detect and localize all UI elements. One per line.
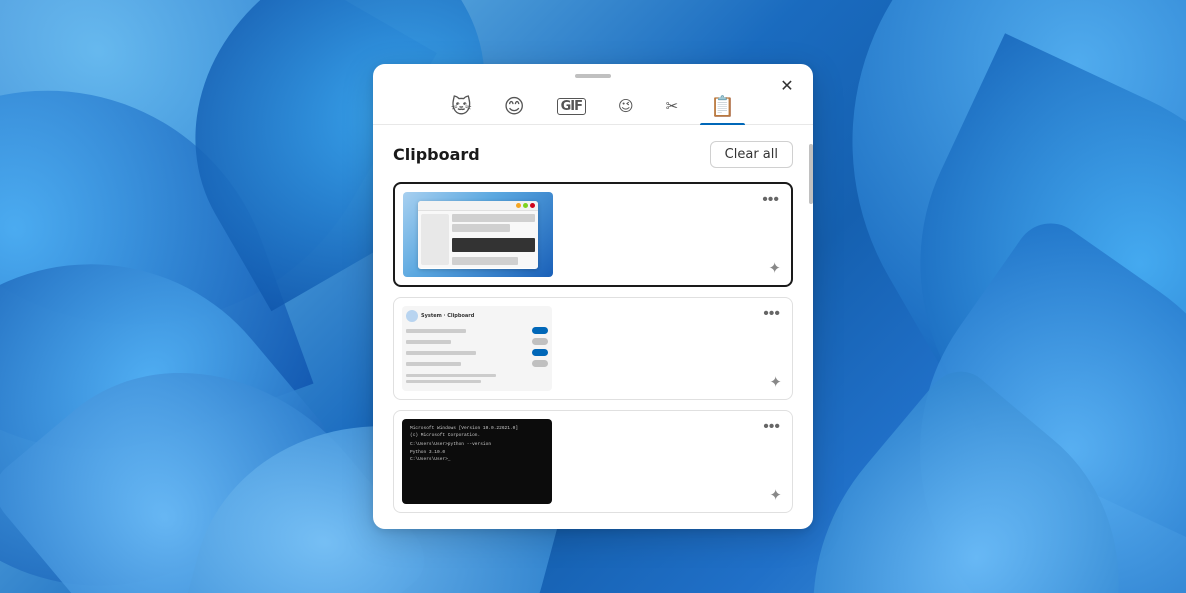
item-2-preview: System · Clipboard (402, 306, 552, 391)
symbols-icon: ✂ (666, 99, 679, 114)
clipboard-panel: ✕ 🐱 😊 GIF 😉 ✂ 📋 (373, 64, 813, 529)
preview-2-extra (406, 374, 548, 383)
preview-2-toggle-1 (532, 327, 548, 334)
item-3-more-button[interactable]: ••• (759, 417, 784, 437)
tab-emoticons[interactable]: 😉 (608, 93, 644, 122)
preview-1-max-btn (523, 203, 528, 208)
close-button[interactable]: ✕ (773, 72, 801, 100)
terminal-line-2: (c) Microsoft Corporation. (410, 432, 544, 439)
drag-handle-bar (575, 74, 611, 78)
preview-2-extra-2 (406, 380, 481, 383)
emoji-icon: 😊 (504, 96, 525, 116)
clear-all-button[interactable]: Clear all (710, 141, 793, 168)
preview-2-header: System · Clipboard (406, 310, 548, 322)
preview-2-row-4 (406, 359, 548, 368)
preview-2-toggle-4 (532, 360, 548, 367)
preview-1-close-btn (530, 203, 535, 208)
panel-overlay: ✕ 🐱 😊 GIF 😉 ✂ 📋 (0, 0, 1186, 593)
tab-clipboard[interactable]: 📋 (700, 90, 745, 124)
preview-dark-bar (452, 238, 535, 252)
scroll-track (809, 124, 813, 529)
terminal-line-3: C:\Users\User>python --version (410, 441, 544, 448)
preview-2-toggle-3 (532, 349, 548, 356)
preview-1-window (418, 201, 538, 269)
item-1-preview (403, 192, 553, 277)
preview-1-body (418, 211, 538, 268)
clipboard-icon: 📋 (710, 96, 735, 116)
preview-row-2 (452, 224, 510, 232)
clipboard-item-1[interactable]: ••• ✦ (393, 182, 793, 287)
panel-body: Clipboard Clear all (373, 125, 813, 529)
terminal-line-5: C:\Users\User>_ (410, 456, 544, 463)
item-3-content: Microsoft Windows [Version 10.0.22621.0]… (402, 419, 784, 504)
item-1-more-button[interactable]: ••• (758, 190, 783, 210)
preview-2-avatar (406, 310, 418, 322)
preview-1-main (452, 214, 535, 265)
tab-bar: 🐱 😊 GIF 😉 ✂ 📋 (373, 82, 813, 125)
item-3-pin-button[interactable]: ✦ (765, 484, 786, 506)
preview-row-1 (452, 214, 535, 222)
preview-2-label-4 (406, 362, 461, 366)
clipboard-list: ••• ✦ System · Clipboard (393, 182, 793, 513)
preview-2-extra-1 (406, 374, 496, 377)
preview-row-3 (452, 257, 518, 265)
preview-2-row-1 (406, 326, 548, 335)
preview-1-titlebar (418, 201, 538, 211)
preview-2-row-3 (406, 348, 548, 357)
preview-1-min-btn (516, 203, 521, 208)
kaomoji-icon: 🐱 (451, 96, 472, 116)
tab-gif[interactable]: GIF (547, 92, 596, 123)
gif-icon: GIF (557, 98, 586, 115)
preview-2-toggle-2 (532, 338, 548, 345)
item-2-content: System · Clipboard (402, 306, 784, 391)
item-1-content (403, 192, 783, 277)
tab-emoji[interactable]: 😊 (494, 90, 535, 124)
clipboard-item-3[interactable]: Microsoft Windows [Version 10.0.22621.0]… (393, 410, 793, 513)
tab-symbols[interactable]: ✂ (656, 93, 689, 122)
preview-2-title: System · Clipboard (421, 313, 474, 319)
preview-2-label-1 (406, 329, 466, 333)
preview-1-sidebar (421, 214, 449, 265)
item-3-preview: Microsoft Windows [Version 10.0.22621.0]… (402, 419, 552, 504)
clipboard-title: Clipboard (393, 145, 480, 164)
clipboard-header-row: Clipboard Clear all (393, 141, 793, 168)
tab-kaomoji[interactable]: 🐱 (441, 90, 482, 124)
terminal-line-4: Python 3.10.0 (410, 449, 544, 456)
preview-2-row-2 (406, 337, 548, 346)
item-2-more-button[interactable]: ••• (759, 304, 784, 324)
drag-handle-area[interactable] (373, 64, 813, 82)
scroll-thumb (809, 144, 813, 204)
item-2-pin-button[interactable]: ✦ (765, 371, 786, 393)
emoticons-icon: 😉 (618, 99, 634, 114)
preview-2-label-2 (406, 340, 451, 344)
preview-2-label-3 (406, 351, 476, 355)
terminal-line-1: Microsoft Windows [Version 10.0.22621.0] (410, 425, 544, 432)
item-1-pin-button[interactable]: ✦ (764, 257, 785, 279)
clipboard-item-2[interactable]: System · Clipboard (393, 297, 793, 400)
